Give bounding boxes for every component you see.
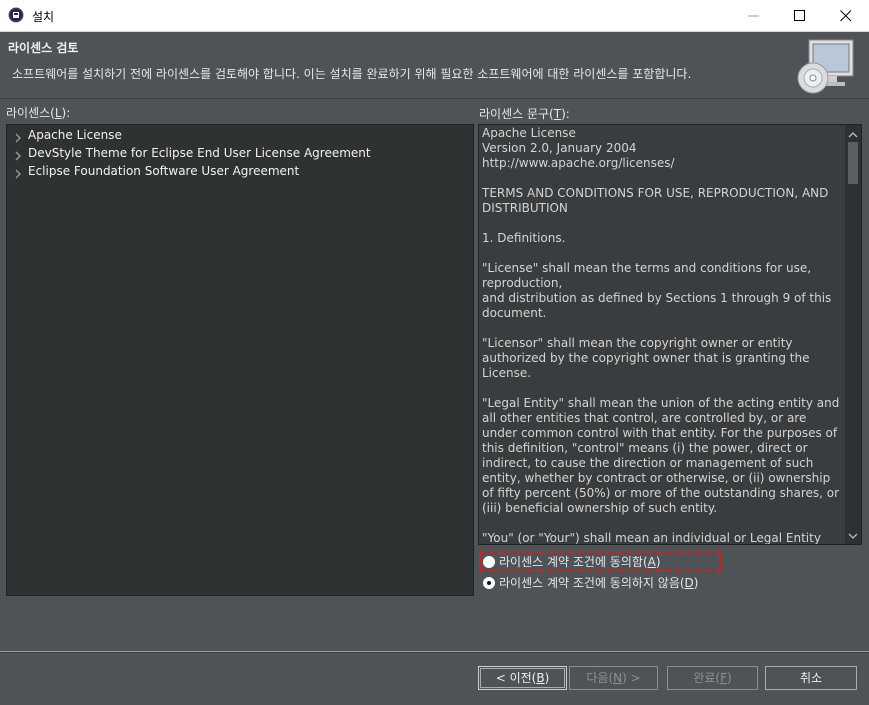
decline-license-label: 라이센스 계약 조건에 동의하지 않음(D) xyxy=(499,576,699,590)
tree-item-label: DevStyle Theme for Eclipse End User Lice… xyxy=(28,146,371,160)
close-button[interactable] xyxy=(823,0,869,31)
licenses-tree[interactable]: Apache License DevStyle Theme for Eclips… xyxy=(6,124,474,596)
maximize-button[interactable] xyxy=(777,0,823,31)
tree-item-devstyle-eula[interactable]: DevStyle Theme for Eclipse End User Lice… xyxy=(7,144,473,162)
scroll-up-icon[interactable] xyxy=(848,129,858,139)
radio-unchecked[interactable] xyxy=(483,556,495,568)
finish-button[interactable]: 완료(F) xyxy=(667,666,758,690)
tree-item-label: Apache License xyxy=(28,128,122,142)
minimize-button[interactable] xyxy=(731,0,777,31)
wizard-header: 라이센스 검토 소프트웨어를 설치하기 전에 라이센스를 검토해야 합니다. 이… xyxy=(0,32,869,99)
eclipse-app-icon xyxy=(8,7,24,23)
cancel-button[interactable]: 취소 xyxy=(765,666,857,690)
license-text-content: Apache License Version 2.0, January 2004… xyxy=(482,126,840,545)
vertical-scrollbar[interactable] xyxy=(845,125,861,544)
radio-checked[interactable] xyxy=(483,577,495,589)
chevron-right-icon[interactable] xyxy=(13,166,23,179)
license-text-label: 라이센스 문구(T): xyxy=(479,107,570,121)
accept-license-label: 라이센스 계약 조건에 동의함(A) xyxy=(499,555,661,569)
window-title: 설치 xyxy=(32,10,55,24)
page-title: 라이센스 검토 xyxy=(8,41,79,55)
tree-item-eclipse-user-agreement[interactable]: Eclipse Foundation Software User Agreeme… xyxy=(7,162,473,180)
chevron-right-icon[interactable] xyxy=(13,130,23,143)
title-bar: 설치 xyxy=(0,0,869,32)
footer-separator-shadow xyxy=(0,652,869,653)
license-text-area[interactable]: Apache License Version 2.0, January 2004… xyxy=(478,124,862,545)
back-button[interactable]: < 이전(B) xyxy=(478,666,567,690)
tree-item-label: Eclipse Foundation Software User Agreeme… xyxy=(28,164,300,178)
page-description: 소프트웨어를 설치하기 전에 라이센스를 검토해야 합니다. 이는 설치를 완료… xyxy=(12,67,692,81)
tree-item-apache-license[interactable]: Apache License xyxy=(7,126,473,144)
licenses-label: 라이센스(L): xyxy=(6,106,71,120)
scrollbar-thumb[interactable] xyxy=(848,142,858,184)
install-monitor-cd-icon xyxy=(795,36,859,96)
scroll-down-icon[interactable] xyxy=(848,530,858,540)
next-button[interactable]: 다음(N) > xyxy=(569,666,658,690)
chevron-right-icon[interactable] xyxy=(13,148,23,161)
